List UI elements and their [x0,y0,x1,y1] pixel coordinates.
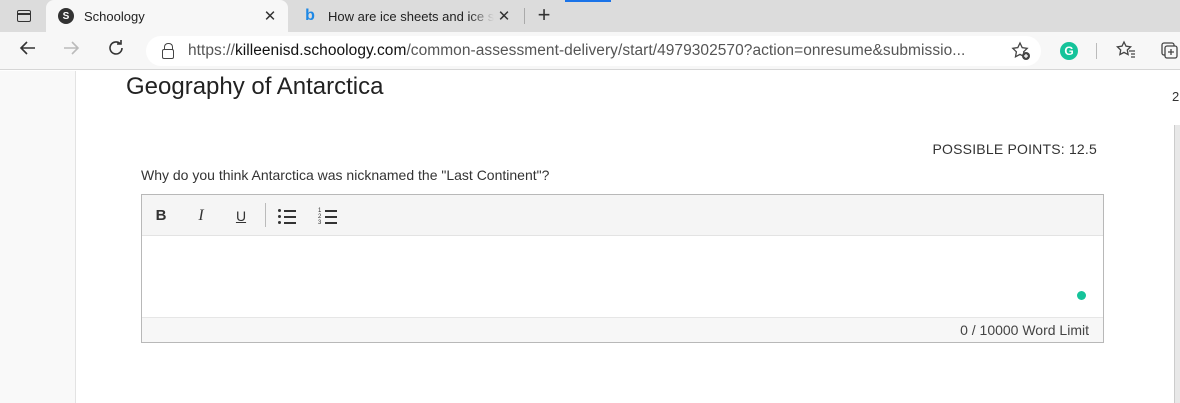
possible-points: POSSIBLE POINTS: 12.5 [932,141,1097,157]
forward-button[interactable] [57,38,85,64]
answer-editor: B I U 1 2 3 0 / 10000 Word Limit [141,194,1104,343]
add-favorite-icon[interactable] [1011,41,1031,66]
url-prefix: https:// [188,42,235,59]
word-limit: / 10000 Word Limit [971,322,1089,338]
url-host: killeenisd.schoology.com [234,42,407,59]
answer-textarea[interactable] [142,236,1103,317]
word-count: 0 [960,322,968,338]
url-text[interactable]: https://killeenisd.schoology.com/common-… [188,42,988,60]
bold-button[interactable]: B [150,205,172,227]
bing-icon: b [305,7,315,24]
page-title: Geography of Antarctica [126,73,384,100]
refresh-icon [109,40,123,55]
word-limit-counter: 0 / 10000 Word Limit [142,317,1103,342]
schoology-icon: S [58,8,74,24]
address-bar[interactable]: https://killeenisd.schoology.com/common-… [146,36,1041,66]
bullet-icon [278,209,281,212]
tab-actions-icon [17,10,31,22]
close-icon[interactable]: ✕ [260,7,280,25]
back-button[interactable] [14,38,42,64]
bullet-icon [278,215,281,218]
bulleted-list-button[interactable] [278,208,296,224]
new-tab-button[interactable]: + [532,4,556,28]
tab-indicator [565,0,611,2]
favorites-icon[interactable] [1115,40,1137,62]
bullet-icon [278,221,281,224]
tab-schoology[interactable]: S Schoology ✕ [46,0,288,32]
close-icon[interactable]: ✕ [494,7,514,25]
right-edge-number: 2 [1172,89,1180,104]
numbered-list-icon: 3 [318,220,322,226]
page-content: 2 Geography of Antarctica POSSIBLE POINT… [0,71,1180,403]
tab-divider [524,8,525,24]
underline-button[interactable]: U [230,205,252,227]
forward-arrow-icon [64,41,80,55]
collections-icon[interactable] [1158,40,1180,62]
question-text: Why do you think Antarctica was nickname… [141,167,550,183]
url-path: /common-assessment-delivery/start/497930… [406,42,966,59]
grammarly-icon[interactable]: G [1060,42,1078,60]
left-gutter [0,71,76,403]
toolbar-divider [1096,43,1097,59]
toolbar-separator [265,203,266,227]
tab-actions-button[interactable] [8,6,40,26]
scrollbar[interactable] [1174,125,1180,403]
tab-title: How are ice sheets and ice shelves [328,8,494,24]
italic-button[interactable]: I [190,205,212,227]
grammarly-status-icon[interactable] [1077,291,1086,300]
editor-toolbar: B I U 1 2 3 [142,195,1103,236]
browser-toolbar: https://killeenisd.schoology.com/common-… [0,32,1180,70]
refresh-button[interactable] [102,38,130,64]
back-arrow-icon [19,41,35,55]
lock-icon [162,43,174,59]
tab-ice-sheets[interactable]: b How are ice sheets and ice shelves ✕ [290,0,522,32]
tab-strip: S Schoology ✕ b How are ice sheets and i… [0,0,1180,32]
tab-title: Schoology [84,8,145,24]
numbered-list-button[interactable]: 1 2 3 [318,208,337,226]
